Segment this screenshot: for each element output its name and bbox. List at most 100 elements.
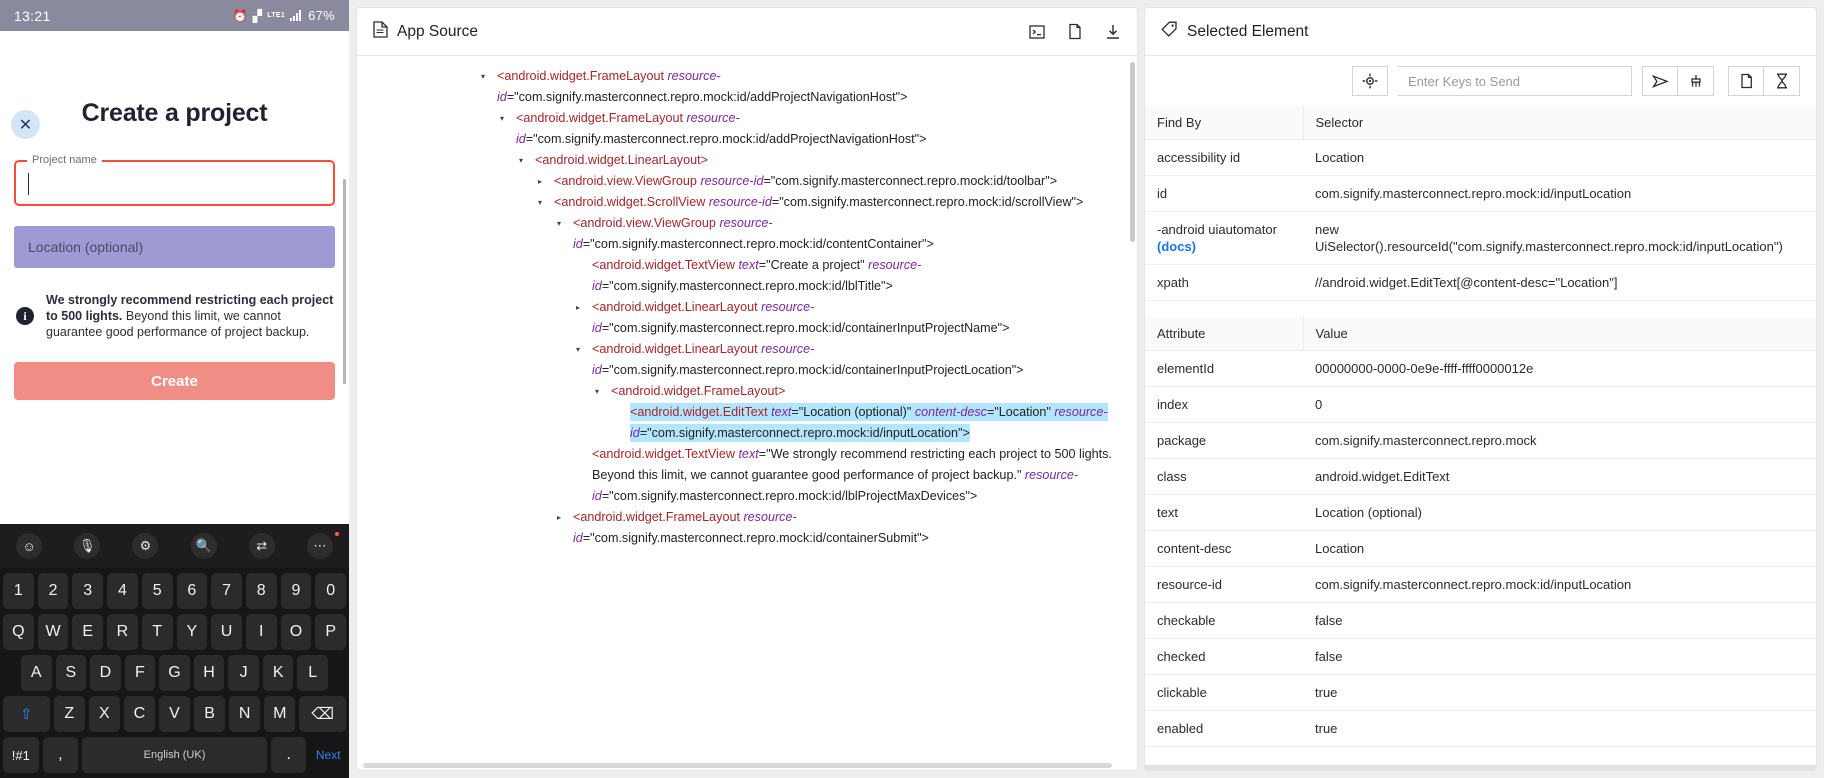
table-row[interactable]: checkable false [1145, 602, 1816, 639]
tree-node[interactable]: ▾ <android.widget.FrameLayout> [595, 381, 1123, 402]
key-g[interactable]: G [159, 655, 190, 691]
send-keys-icon[interactable] [1642, 66, 1678, 96]
table-row[interactable]: enabled true [1145, 710, 1816, 747]
key-k[interactable]: K [262, 655, 294, 691]
table-row[interactable]: resource-id com.signify.masterconnect.rep… [1145, 566, 1816, 603]
table-row[interactable]: clickable true [1145, 674, 1816, 711]
table-row[interactable]: xpath//android.widget.EditText[@content-… [1145, 264, 1816, 301]
tree-node[interactable]: ▾ <android.widget.FrameLayout resource-id… [481, 66, 1123, 108]
timeout-icon[interactable] [1764, 66, 1800, 96]
key-s[interactable]: S [55, 655, 87, 691]
table-row[interactable]: id com.signify.masterconnect.repro.mock:i… [1145, 175, 1816, 212]
download-icon[interactable] [1105, 24, 1121, 40]
key-0[interactable]: 0 [315, 573, 347, 609]
key-t[interactable]: T [141, 614, 173, 650]
key-i[interactable]: I [245, 614, 277, 650]
docs-link[interactable]: (docs) [1157, 239, 1196, 254]
shift-key[interactable]: ⇧ [3, 696, 50, 732]
app-source-tree-container[interactable]: ▾ <android.widget.FrameLayout resource-id… [357, 56, 1137, 770]
key-1[interactable]: 1 [2, 573, 34, 609]
device-screen[interactable]: 13:21 ⏰ ▞ LTE1 67% ✕ Create a project Pr… [0, 0, 349, 778]
key-7[interactable]: 7 [211, 573, 242, 609]
key-4[interactable]: 4 [107, 573, 138, 609]
key-z[interactable]: Z [53, 696, 85, 732]
terminal-icon[interactable] [1029, 24, 1045, 40]
chevron-right-icon[interactable]: ▸ [576, 297, 590, 318]
crosshair-icon[interactable] [1352, 66, 1388, 96]
chevron-right-icon[interactable]: ▸ [557, 507, 571, 528]
translate-icon[interactable]: ⇄ [248, 533, 275, 559]
chevron-right-icon[interactable]: ▸ [538, 171, 552, 192]
key-u[interactable]: U [211, 614, 242, 650]
table-row[interactable]: package com.signify.masterconnect.repro.m… [1145, 422, 1816, 459]
key-w[interactable]: W [37, 614, 69, 650]
tree-node[interactable]: ▾ <android.widget.LinearLayout resource-i… [576, 339, 1123, 381]
table-row[interactable]: accessibility id Location [1145, 139, 1816, 176]
create-button[interactable]: Create [14, 362, 335, 400]
next-key[interactable]: Next [310, 737, 346, 773]
clear-icon[interactable] [1678, 66, 1714, 96]
key-r[interactable]: R [107, 614, 138, 650]
key-q[interactable]: Q [2, 614, 34, 650]
chevron-down-icon[interactable]: ▾ [595, 381, 609, 402]
key-y[interactable]: Y [176, 614, 208, 650]
tree-node[interactable]: ▾ <android.widget.ScrollView resource-id=… [538, 192, 1123, 213]
tree-node[interactable]: ▸ <android.widget.FrameLayout resource-id… [557, 507, 1123, 549]
key-6[interactable]: 6 [176, 573, 208, 609]
key-b[interactable]: B [194, 696, 226, 732]
key-x[interactable]: X [88, 696, 120, 732]
chevron-down-icon[interactable]: ▾ [500, 108, 514, 129]
key-8[interactable]: 8 [245, 573, 277, 609]
period-key[interactable]: . [270, 737, 307, 773]
key-e[interactable]: E [72, 614, 104, 650]
key-5[interactable]: 5 [141, 573, 173, 609]
tree-node[interactable]: ▾ <android.widget.LinearLayout> [519, 150, 1123, 171]
key-h[interactable]: H [193, 655, 225, 691]
copy-icon[interactable] [1067, 23, 1083, 40]
search-icon[interactable]: 🔍 [190, 533, 217, 559]
comma-key[interactable]: , [42, 737, 79, 773]
key-9[interactable]: 9 [280, 573, 312, 609]
tree-node[interactable]: <android.widget.EditText text="Location … [614, 402, 1123, 444]
chevron-down-icon[interactable]: ▾ [557, 213, 571, 234]
selected-element-tables[interactable]: Find By Selector accessibility id Locatio… [1145, 106, 1816, 770]
key-f[interactable]: F [124, 655, 156, 691]
table-row[interactable]: index 0 [1145, 386, 1816, 423]
gear-icon[interactable]: ⚙ [132, 533, 159, 559]
close-icon[interactable]: ✕ [11, 110, 40, 139]
copy-icon[interactable] [1728, 66, 1764, 96]
project-name-input[interactable]: Project name [14, 154, 335, 206]
key-a[interactable]: A [20, 655, 52, 691]
tree-node[interactable]: ▸ <android.widget.LinearLayout resource-i… [576, 297, 1123, 339]
key-p[interactable]: P [315, 614, 347, 650]
chevron-down-icon[interactable]: ▾ [481, 66, 495, 87]
key-c[interactable]: C [123, 696, 155, 732]
symbols-key[interactable]: !#1 [3, 737, 39, 773]
chevron-down-icon[interactable]: ▾ [519, 150, 533, 171]
table-row[interactable]: -android uiautomator (docs) new UiSelector… [1145, 211, 1816, 265]
source-vertical-scrollbar[interactable] [1130, 62, 1135, 242]
tree-node[interactable]: ▸ <android.view.ViewGroup resource-id="co… [538, 171, 1123, 192]
backspace-key[interactable]: ⌫ [299, 696, 346, 732]
location-input[interactable]: Location (optional) [14, 226, 335, 268]
tree-node[interactable]: ▾ <android.view.ViewGroup resource-id="co… [557, 213, 1123, 255]
microphone-icon[interactable]: 🎙 [74, 533, 101, 559]
key-v[interactable]: V [158, 696, 191, 732]
more-icon[interactable]: ⋯ [306, 532, 339, 559]
tree-node[interactable]: <android.widget.TextView text="Create a … [576, 255, 1123, 297]
keys-to-send-input[interactable] [1398, 66, 1632, 96]
tree-node[interactable]: ▾ <android.widget.FrameLayout resource-id… [500, 108, 1123, 150]
device-scrollbar[interactable] [343, 179, 346, 384]
table-row[interactable]: checked false [1145, 638, 1816, 675]
key-2[interactable]: 2 [37, 573, 69, 609]
key-d[interactable]: D [90, 655, 121, 691]
emoji-icon[interactable]: ☺ [16, 533, 43, 559]
space-key[interactable]: English (UK) [82, 737, 267, 773]
key-o[interactable]: O [280, 614, 312, 650]
selected-horizontal-scrollbar[interactable] [1145, 765, 1816, 770]
key-l[interactable]: L [297, 655, 329, 691]
table-row[interactable]: text Location (optional) [1145, 494, 1816, 531]
chevron-down-icon[interactable]: ▾ [538, 192, 552, 213]
table-row[interactable]: class android.widget.EditText [1145, 458, 1816, 495]
key-3[interactable]: 3 [72, 573, 104, 609]
